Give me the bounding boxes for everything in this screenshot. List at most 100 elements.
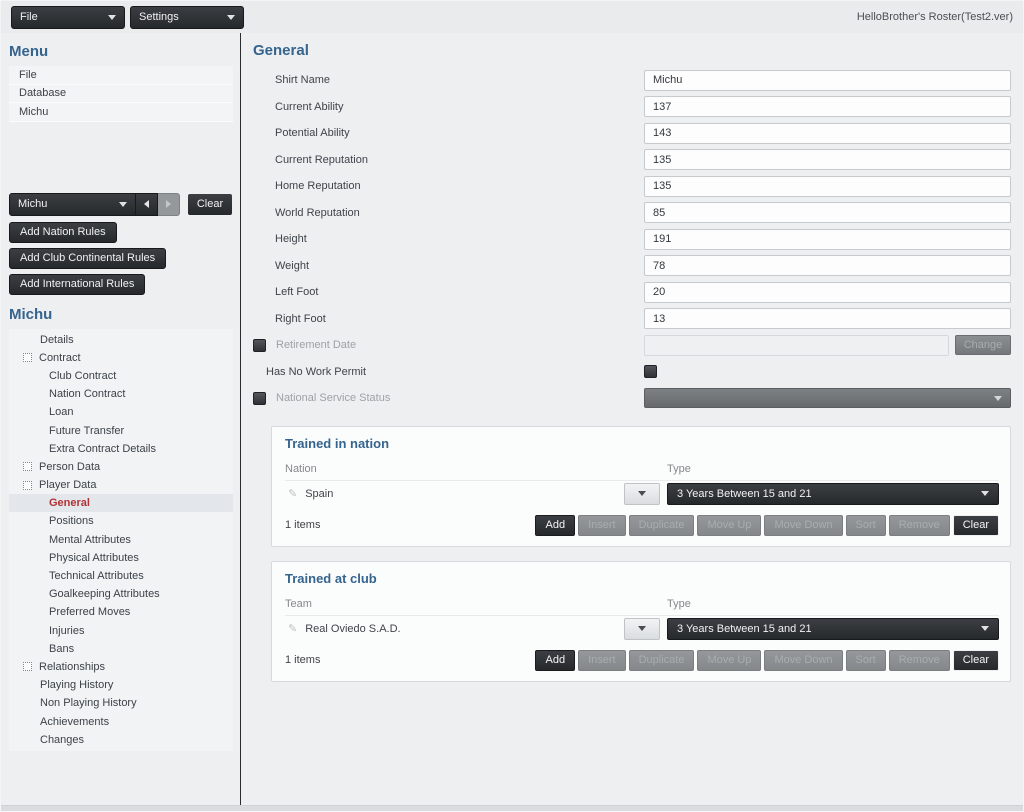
- field-input[interactable]: [644, 228, 1011, 250]
- panel-action-button[interactable]: Add: [535, 649, 576, 671]
- tree-item[interactable]: Bans: [9, 640, 233, 658]
- tree-item[interactable]: Club Contract: [9, 367, 233, 385]
- tree-expand-icon[interactable]: [23, 480, 32, 490]
- work-permit-row: Has No Work Permit: [241, 359, 1023, 386]
- field-label: Height: [275, 233, 307, 246]
- field-input[interactable]: [644, 122, 1011, 144]
- type-dropdown[interactable]: 3 Years Between 15 and 21: [667, 617, 999, 640]
- tree-item[interactable]: Contract: [9, 349, 233, 367]
- tree-item-label: Positions: [49, 515, 94, 528]
- tree-item-label: Changes: [40, 733, 85, 746]
- tree-item[interactable]: General: [9, 494, 233, 513]
- work-permit-checkbox[interactable]: [644, 365, 657, 379]
- tree-expand-icon[interactable]: [23, 662, 32, 672]
- menu-list-item[interactable]: File: [9, 66, 233, 85]
- tree-item[interactable]: Achievements: [9, 712, 233, 730]
- file-menu-dropdown[interactable]: File: [11, 5, 125, 29]
- panel-action-button[interactable]: Insert: [578, 514, 626, 536]
- form-row: World Reputation: [241, 200, 1023, 227]
- tree-expand-icon[interactable]: [23, 353, 32, 363]
- arrow-right-icon: [166, 200, 171, 208]
- menu-item-label: Michu: [19, 105, 49, 118]
- add-rules-button[interactable]: Add International Rules: [9, 273, 146, 295]
- field-input[interactable]: [644, 281, 1011, 303]
- add-rules-button[interactable]: Add Nation Rules: [9, 221, 117, 243]
- tree-item[interactable]: Person Data: [9, 458, 233, 476]
- app-window: File Settings HelloBrother's Roster(Test…: [0, 0, 1024, 812]
- tree-item[interactable]: Physical Attributes: [9, 549, 233, 567]
- national-service-dropdown[interactable]: [644, 388, 1011, 409]
- tree-item[interactable]: Changes: [9, 731, 233, 749]
- record-select-dropdown[interactable]: Michu: [9, 192, 136, 216]
- panel-action-button[interactable]: Move Up: [697, 514, 762, 536]
- panel-action-button[interactable]: Clear: [952, 649, 999, 671]
- tree-item[interactable]: Mental Attributes: [9, 531, 233, 549]
- national-service-checkbox[interactable]: [253, 391, 266, 405]
- field-input[interactable]: [644, 96, 1011, 118]
- panel-action-button[interactable]: Add: [535, 514, 576, 536]
- field-label: Left Foot: [275, 286, 319, 299]
- field-input[interactable]: [644, 202, 1011, 224]
- tree-item[interactable]: Positions: [9, 512, 233, 530]
- field-label: World Reputation: [275, 206, 360, 219]
- tree-expand-icon[interactable]: [23, 462, 32, 472]
- add-rules-button[interactable]: Add Club Continental Rules: [9, 247, 167, 269]
- tree-item[interactable]: Non Playing History: [9, 694, 233, 712]
- field-input[interactable]: [644, 175, 1011, 197]
- field-input[interactable]: [644, 255, 1011, 277]
- panel-action-button[interactable]: Move Up: [697, 649, 762, 671]
- panel-action-button[interactable]: Duplicate: [628, 514, 695, 536]
- change-date-button: Change: [955, 335, 1011, 356]
- field-input[interactable]: [644, 69, 1011, 91]
- panel-action-button[interactable]: Sort: [845, 649, 886, 671]
- type-dropdown[interactable]: 3 Years Between 15 and 21: [667, 482, 999, 505]
- panel-action-button[interactable]: Move Down: [764, 514, 843, 536]
- panel-action-button[interactable]: Move Down: [764, 649, 843, 671]
- tree-item-label: Loan: [49, 406, 74, 419]
- tree-item[interactable]: Player Data: [9, 476, 233, 494]
- caret-down-icon: [227, 14, 235, 20]
- caret-down-icon: [994, 395, 1002, 401]
- tree-item[interactable]: Injuries: [9, 622, 233, 640]
- panel-action-button[interactable]: Insert: [578, 649, 626, 671]
- tree-item[interactable]: Loan: [9, 403, 233, 421]
- menu-list-item[interactable]: Michu: [9, 103, 233, 122]
- entity-select-dropdown[interactable]: [624, 482, 660, 505]
- entity-select-dropdown[interactable]: [624, 617, 660, 640]
- tree-item[interactable]: Extra Contract Details: [9, 440, 233, 458]
- field-input[interactable]: [644, 308, 1011, 330]
- tree-item[interactable]: Details: [9, 331, 233, 349]
- field-label: Weight: [275, 259, 310, 272]
- field-input[interactable]: [644, 149, 1011, 171]
- field-label: Shirt Name: [275, 74, 331, 87]
- retirement-date-row: Retirement Date Change: [241, 332, 1023, 359]
- settings-menu-dropdown[interactable]: Settings: [130, 5, 244, 29]
- tree-item[interactable]: Playing History: [9, 676, 233, 694]
- form-row: Height: [241, 226, 1023, 253]
- clear-record-button[interactable]: Clear: [187, 192, 233, 216]
- panel-action-button[interactable]: Clear: [952, 514, 999, 536]
- panel-action-button[interactable]: Sort: [845, 514, 886, 536]
- tree-item[interactable]: Nation Contract: [9, 385, 233, 403]
- tree-item[interactable]: Goalkeeping Attributes: [9, 585, 233, 603]
- retirement-date-checkbox[interactable]: [253, 338, 266, 352]
- tree-item[interactable]: Preferred Moves: [9, 603, 233, 621]
- tree-item[interactable]: Technical Attributes: [9, 567, 233, 585]
- training-panel: Trained in nation Nation Type ✎ Spain 3 …: [271, 425, 1011, 547]
- next-record-button[interactable]: [158, 192, 180, 216]
- tree-item[interactable]: Relationships: [9, 658, 233, 676]
- panel-action-button[interactable]: Remove: [888, 514, 950, 536]
- edit-icon: ✎: [288, 488, 298, 500]
- entity-name: Real Oviedo S.A.D.: [305, 622, 401, 635]
- panel-action-button[interactable]: Remove: [888, 649, 950, 671]
- tree-item-label: Technical Attributes: [49, 570, 144, 583]
- tree-item-label: Non Playing History: [40, 697, 137, 710]
- panel-action-button[interactable]: Duplicate: [628, 649, 695, 671]
- tree-item-label: Nation Contract: [49, 388, 126, 401]
- menu-list-item[interactable]: Database: [9, 85, 233, 103]
- arrow-left-icon: [144, 200, 149, 208]
- previous-record-button[interactable]: [136, 192, 158, 216]
- tree-item-label: Physical Attributes: [49, 551, 139, 564]
- tree-item-label: Person Data: [39, 460, 101, 473]
- tree-item[interactable]: Future Transfer: [9, 421, 233, 439]
